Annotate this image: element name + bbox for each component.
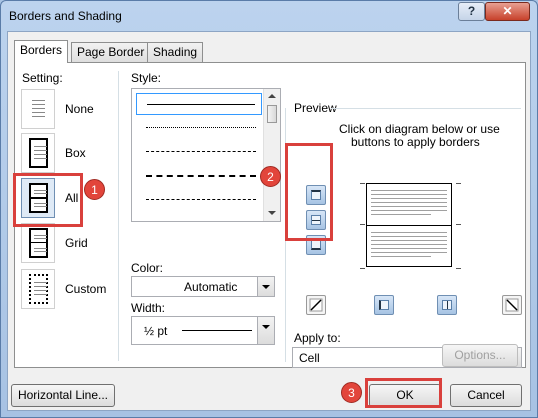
diagonal-up-icon — [505, 298, 519, 312]
setting-custom-label: Custom — [65, 282, 107, 296]
scroll-up-icon[interactable] — [268, 94, 276, 98]
callout-3: 3 — [341, 382, 362, 403]
width-value: ½ pt — [144, 324, 168, 338]
color-value: Automatic — [184, 280, 238, 294]
setting-grid[interactable]: Grid — [19, 223, 109, 263]
style-listbox[interactable] — [131, 88, 281, 222]
close-button[interactable]: ✕ — [485, 2, 530, 21]
inside-vertical-border-icon — [442, 300, 452, 310]
left-border-icon — [379, 300, 389, 310]
highlight-ok-button — [365, 378, 442, 408]
dialog-client-area: Borders Page Border Shading Setting: Non… — [7, 31, 531, 411]
tab-shading[interactable]: Shading — [147, 42, 204, 62]
color-label: Color: — [131, 261, 164, 275]
setting-box-label: Box — [65, 146, 86, 160]
width-label: Width: — [131, 301, 166, 315]
border-preview-diagram[interactable] — [360, 179, 456, 267]
apply-to-label: Apply to: — [294, 331, 341, 345]
highlight-setting-all — [13, 173, 83, 227]
style-scrollbar[interactable] — [263, 89, 280, 221]
options-button[interactable]: Options... — [442, 344, 518, 367]
setting-grid-label: Grid — [65, 236, 88, 250]
highlight-border-buttons — [285, 143, 333, 241]
width-dropdown[interactable]: ½ pt — [131, 316, 275, 345]
tab-page-border[interactable]: Page Border — [71, 42, 151, 62]
width-sample-line — [182, 330, 252, 331]
chevron-down-icon[interactable] — [257, 317, 274, 344]
tab-borders[interactable]: Borders — [14, 40, 69, 63]
borders-and-shading-dialog: Borders and Shading ? ✕ Borders Page Bor… — [0, 0, 538, 418]
setting-custom[interactable]: Custom — [19, 269, 109, 309]
style-option-long-dashed[interactable] — [136, 165, 262, 187]
bottom-border-icon — [311, 240, 321, 250]
diagonal-up-border-button[interactable] — [502, 295, 522, 315]
preview-tick — [456, 224, 461, 225]
setting-box-icon — [21, 133, 55, 173]
scroll-thumb[interactable] — [267, 105, 277, 123]
apply-to-value: Cell — [299, 351, 320, 365]
dialog-title: Borders and Shading — [9, 9, 122, 23]
setting-label: Setting: — [22, 71, 63, 85]
preview-tick — [456, 268, 461, 269]
diagonal-down-icon — [309, 298, 323, 312]
setting-box[interactable]: Box — [19, 133, 109, 173]
divider-setting-style — [118, 71, 119, 361]
borders-tab-panel: Setting: None Box All Grid Custom Style:… — [14, 62, 526, 368]
preview-tick — [360, 268, 365, 269]
tab-shading-label: Shading — [153, 45, 198, 59]
setting-none[interactable]: None — [19, 89, 109, 129]
left-border-button[interactable] — [374, 295, 394, 315]
cancel-button[interactable]: Cancel — [450, 384, 522, 407]
style-option-dashed[interactable] — [136, 141, 262, 163]
tab-borders-label: Borders — [20, 43, 63, 57]
preview-tick — [360, 183, 365, 184]
preview-instructions-line1: Click on diagram below or use — [339, 122, 500, 136]
scroll-down-icon[interactable] — [268, 211, 276, 215]
color-dropdown[interactable]: Automatic — [131, 276, 275, 297]
preview-instructions-line2: buttons to apply borders — [351, 135, 480, 149]
diagonal-down-border-button[interactable] — [306, 295, 326, 315]
horizontal-line-button[interactable]: Horizontal Line... — [11, 384, 115, 407]
tab-page-border-label: Page Border — [77, 45, 145, 59]
preview-tick — [456, 183, 461, 184]
style-option-dash-dot[interactable] — [136, 189, 262, 211]
title-bar: Borders and Shading ? ✕ — [1, 1, 537, 31]
chevron-down-icon[interactable] — [257, 277, 274, 296]
setting-none-icon — [21, 89, 55, 129]
setting-none-label: None — [65, 102, 94, 116]
preview-tick — [360, 224, 365, 225]
callout-2: 2 — [260, 166, 281, 187]
style-label: Style: — [131, 71, 162, 85]
preview-group-line — [331, 108, 521, 109]
setting-grid-icon — [21, 223, 55, 263]
setting-custom-icon — [21, 269, 55, 309]
style-option-solid[interactable] — [136, 93, 262, 115]
inside-vertical-border-button[interactable] — [437, 295, 457, 315]
help-button[interactable]: ? — [458, 2, 485, 21]
style-option-dotted[interactable] — [136, 117, 262, 139]
callout-1: 1 — [84, 179, 105, 200]
